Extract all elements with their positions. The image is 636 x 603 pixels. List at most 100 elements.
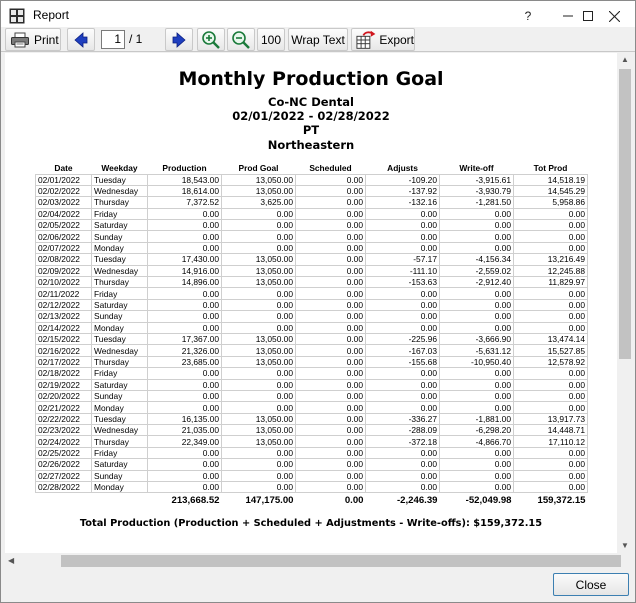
horizontal-scroll-thumb[interactable] bbox=[61, 555, 621, 567]
previous-page-button[interactable] bbox=[67, 28, 95, 51]
table-cell: 13,050.00 bbox=[221, 344, 296, 357]
table-cell: 02/16/2022 bbox=[35, 344, 92, 357]
table-cell: Thursday bbox=[91, 355, 148, 369]
horizontal-scrollbar[interactable]: ◀ bbox=[5, 553, 621, 569]
table-cell: 0.00 bbox=[295, 435, 366, 448]
table-cell: -109.20 bbox=[365, 173, 440, 186]
table-cell: 0.00 bbox=[147, 219, 222, 232]
table-cell: 02/26/2022 bbox=[35, 458, 92, 471]
table-cell: 0.00 bbox=[295, 344, 366, 357]
table-cell: 0.00 bbox=[439, 219, 514, 232]
scroll-up-icon[interactable]: ▲ bbox=[621, 55, 629, 64]
table-cell: 0.00 bbox=[295, 332, 366, 346]
table-cell: 0.00 bbox=[439, 241, 514, 255]
table-cell: 0.00 bbox=[221, 287, 296, 300]
arrow-right-icon bbox=[172, 31, 186, 48]
column-header: Write-off bbox=[459, 163, 494, 174]
column-header: Prod Goal bbox=[238, 163, 279, 174]
printer-icon bbox=[11, 32, 29, 47]
zoom-in-button[interactable] bbox=[197, 28, 225, 51]
table-cell: 0.00 bbox=[439, 207, 514, 221]
arrow-left-icon bbox=[74, 31, 88, 48]
table-row: 02/15/2022 Tuesday 17,367.00 13,050.00 0.00-… bbox=[35, 332, 588, 346]
total-cell: 0.00 bbox=[344, 494, 364, 506]
table-cell: 0.00 bbox=[295, 275, 366, 289]
table-cell: 0.00 bbox=[221, 367, 296, 380]
column-header: Weekday bbox=[101, 163, 138, 174]
table-row: 02/11/2022 Friday 0.00 0.00 0.00 0.00 0.00 0.00 bbox=[35, 287, 588, 300]
table-cell: 0.00 bbox=[439, 230, 514, 243]
page-number-input[interactable]: 1 bbox=[101, 30, 125, 49]
next-page-button[interactable] bbox=[165, 28, 193, 51]
table-cell: 0.00 bbox=[365, 378, 440, 391]
table-row: 02/22/2022 Tuesday 16,135.00 13,050.00 0.00-… bbox=[35, 412, 588, 426]
close-button[interactable]: Close bbox=[553, 573, 629, 596]
table-cell: 0.00 bbox=[513, 287, 588, 300]
table-cell: 02/02/2022 bbox=[35, 184, 92, 198]
table-cell: 14,448.71 bbox=[513, 424, 588, 437]
print-label: Print bbox=[34, 32, 59, 47]
table-cell: 0.00 bbox=[513, 230, 588, 243]
table-cell: Friday bbox=[91, 446, 148, 460]
export-button[interactable]: Export bbox=[351, 28, 415, 51]
table-cell: 0.00 bbox=[295, 173, 366, 186]
table-cell: 13,050.00 bbox=[221, 332, 296, 346]
table-cell: -3,930.79 bbox=[439, 184, 514, 198]
table-header-row: Date Weekday Production Prod Goal Schedu… bbox=[36, 164, 588, 174]
page-total-label: / 1 bbox=[129, 32, 143, 46]
table-cell: 0.00 bbox=[439, 367, 514, 380]
table-cell: Thursday bbox=[91, 275, 148, 289]
table-cell: 02/11/2022 bbox=[35, 287, 92, 300]
table-cell: 0.00 bbox=[439, 469, 514, 483]
table-cell: 0.00 bbox=[439, 287, 514, 300]
table-cell: Saturday bbox=[91, 458, 148, 471]
table-cell: Monday bbox=[91, 481, 148, 494]
vertical-scrollbar[interactable]: ▲ ▼ bbox=[617, 53, 633, 553]
export-icon bbox=[356, 30, 376, 49]
table-cell: -336.27 bbox=[365, 412, 440, 426]
wrap-text-button[interactable]: Wrap Text bbox=[288, 28, 348, 51]
table-cell: 02/19/2022 bbox=[35, 378, 92, 391]
table-row: 02/28/2022 Monday 0.00 0.00 0.00 0.00 0.00 0.00 bbox=[35, 481, 588, 494]
table-cell: 18,614.00 bbox=[147, 184, 222, 198]
table-cell: Wednesday bbox=[91, 264, 148, 278]
table-cell: -1,881.00 bbox=[439, 412, 514, 426]
table-cell: 0.00 bbox=[439, 389, 514, 403]
window-title: Report bbox=[33, 8, 70, 22]
zoom-100-button[interactable]: 100 bbox=[257, 28, 285, 51]
table-cell: 21,035.00 bbox=[147, 424, 222, 437]
table-cell: 02/14/2022 bbox=[35, 321, 92, 334]
table-cell: 13,474.14 bbox=[513, 332, 588, 346]
print-button[interactable]: Print bbox=[5, 28, 61, 51]
table-cell: 0.00 bbox=[513, 378, 588, 391]
table-row: 02/25/2022 Friday 0.00 0.00 0.00 0.00 0.00 0.00 bbox=[35, 446, 588, 460]
table-cell: 0.00 bbox=[221, 481, 296, 494]
scroll-down-icon[interactable]: ▼ bbox=[621, 541, 629, 550]
table-cell: 13,050.00 bbox=[221, 253, 296, 266]
table-cell: 02/25/2022 bbox=[35, 446, 92, 460]
table-cell: 02/05/2022 bbox=[35, 219, 92, 232]
table-cell: 0.00 bbox=[147, 458, 222, 471]
table-cell: 0.00 bbox=[221, 389, 296, 403]
vertical-scroll-thumb[interactable] bbox=[619, 69, 631, 359]
table-cell: 0.00 bbox=[439, 446, 514, 460]
table-cell: 0.00 bbox=[147, 401, 222, 414]
table-cell: 0.00 bbox=[439, 401, 514, 414]
table-cell: 02/01/2022 bbox=[35, 173, 92, 186]
table-row: 02/08/2022 Tuesday 17,430.00 13,050.00 0.00-… bbox=[35, 253, 588, 266]
grand-total-text: Total Production (Production + Scheduled… bbox=[79, 518, 543, 529]
table-cell: -6,298.20 bbox=[439, 424, 514, 437]
grid-app-icon bbox=[9, 8, 25, 24]
table-cell: 0.00 bbox=[295, 446, 366, 460]
table-cell: Sunday bbox=[91, 310, 148, 323]
table-cell: -2,912.40 bbox=[439, 275, 514, 289]
report-title: Monthly Production Goal bbox=[178, 68, 444, 90]
zoom-out-button[interactable] bbox=[227, 28, 255, 51]
table-row: 02/26/2022 Saturday 0.00 0.00 0.00 0.00 0.00 0.… bbox=[35, 458, 588, 471]
table-cell: 02/09/2022 bbox=[35, 264, 92, 278]
table-cell: 0.00 bbox=[221, 298, 296, 312]
scroll-left-icon[interactable]: ◀ bbox=[8, 556, 14, 565]
export-label: Export bbox=[379, 32, 414, 47]
table-cell: 0.00 bbox=[513, 367, 588, 380]
table-cell: 23,685.00 bbox=[147, 355, 222, 369]
